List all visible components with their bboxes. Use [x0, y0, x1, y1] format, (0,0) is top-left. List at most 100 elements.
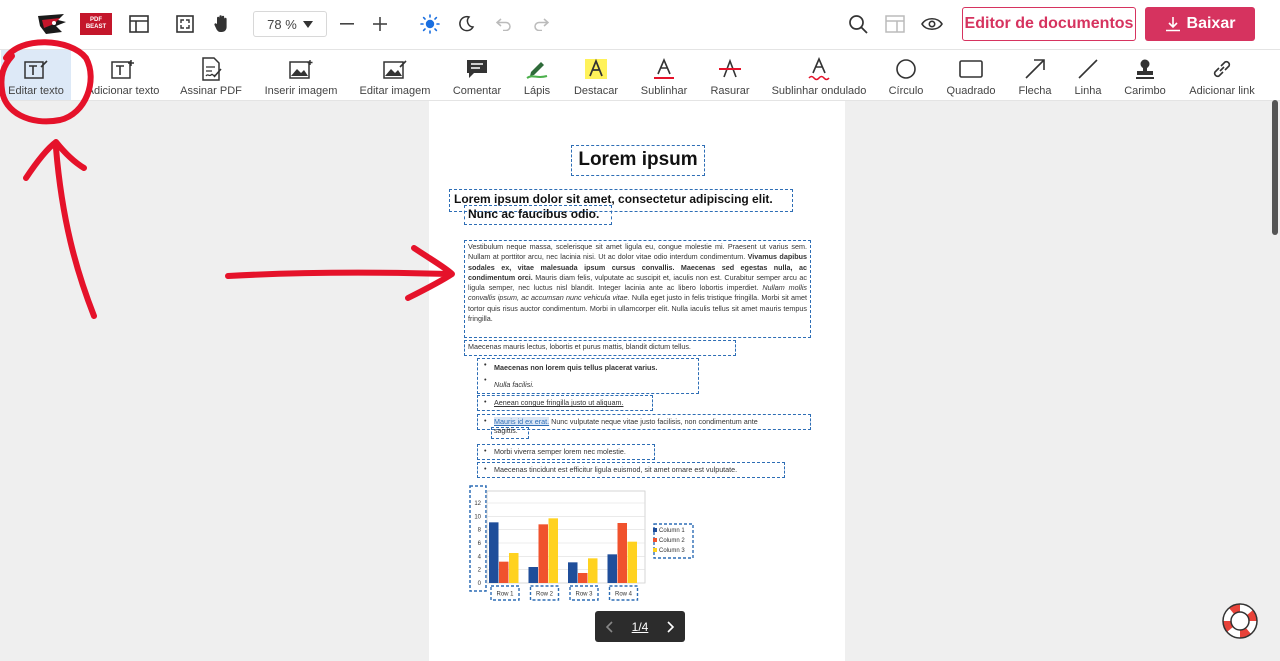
y-tick-label: 6: [478, 541, 482, 547]
beast-logo-icon: [38, 14, 66, 34]
tool-strikethrough[interactable]: Rasurar: [704, 50, 756, 100]
legend-entry: Column 3: [659, 548, 685, 554]
arrow-icon: [1024, 56, 1046, 82]
pencil-icon: [525, 56, 549, 82]
tool-highlight[interactable]: Destacar: [570, 50, 622, 100]
help-lifebuoy-icon[interactable]: [1220, 601, 1260, 641]
tool-comment[interactable]: Comentar: [448, 50, 506, 100]
download-button[interactable]: Baixar: [1145, 7, 1255, 41]
tool-label: Destacar: [573, 85, 619, 97]
tool-line[interactable]: Linha: [1068, 50, 1108, 100]
sign-icon: [200, 56, 222, 82]
bar: [607, 554, 617, 583]
document-editor-button[interactable]: Editor de documentos: [962, 7, 1136, 41]
legend-swatch: [653, 548, 657, 552]
tool-label: Assinar PDF: [180, 85, 242, 97]
edit-toolbar: Editar texto Adicionar texto Assinar PDF…: [0, 50, 1280, 101]
tool-label: Lápis: [523, 85, 551, 97]
tool-stamp[interactable]: Carimbo: [1120, 50, 1170, 100]
next-page-icon[interactable]: [667, 620, 675, 633]
bullet-block-1[interactable]: Maecenas non lorem quis tellus placerat …: [477, 358, 699, 394]
list-item: Nulla facilisi.: [478, 374, 698, 391]
underline-icon: [652, 56, 676, 82]
y-tick-label: 10: [474, 514, 481, 520]
list-item: Maecenas non lorem quis tellus placerat …: [478, 359, 698, 374]
circle-icon: [895, 56, 917, 82]
doc-subtitle-2: Nunc ac faucibus odio.: [468, 207, 600, 221]
x-tick-label: Row 1: [496, 592, 514, 598]
tool-edit-image[interactable]: Editar imagem: [357, 50, 433, 100]
bar: [578, 573, 588, 583]
search-icon[interactable]: [844, 10, 872, 38]
doc-subtitle-block-2[interactable]: Nunc ac faucibus odio.: [464, 205, 612, 225]
bullet-block-3[interactable]: Aenean congue fringilla justo ut aliquam…: [477, 395, 653, 411]
layout-icon[interactable]: [125, 10, 153, 38]
tool-label: Linha: [1074, 85, 1102, 97]
app-logo[interactable]: PDF BEAST: [32, 9, 114, 39]
y-tick-label: 0: [478, 581, 482, 587]
tool-label: Rasurar: [710, 85, 750, 97]
logo-badge: PDF BEAST: [80, 13, 112, 35]
bar-chart[interactable]: 0 2 4 6 8 10 12 Row 1 Row 2 Row 3 Row 4 Column 1 Col…: [429, 481, 845, 611]
vertical-scrollbar[interactable]: [1272, 100, 1278, 235]
tool-edit-text[interactable]: Editar texto: [1, 50, 71, 100]
tool-pencil[interactable]: Lápis: [517, 50, 557, 100]
insert-image-icon: [289, 56, 313, 82]
bar: [568, 562, 578, 583]
bullet-block-5[interactable]: Morbi viverra semper lorem nec molestie.: [477, 444, 655, 460]
legend-swatch: [653, 538, 657, 542]
list-item: Morbi viverra semper lorem nec molestie.: [478, 445, 654, 458]
download-icon: [1165, 17, 1180, 32]
list-item: Maecenas tincidunt est efficitur ligula …: [478, 463, 784, 476]
bullet-block-4b[interactable]: sagittis.: [491, 427, 529, 439]
y-tick-label: 8: [478, 528, 482, 534]
preview-eye-icon[interactable]: [918, 10, 946, 38]
redo-icon[interactable]: [527, 10, 555, 38]
fullscreen-icon[interactable]: [171, 10, 199, 38]
hand-tool-icon[interactable]: [208, 10, 236, 38]
list-item: Aenean congue fringilla justo ut aliquam…: [478, 396, 652, 409]
annotation-right-arrow: [225, 245, 455, 301]
zoom-select[interactable]: 78 %: [253, 11, 327, 37]
light-mode-icon[interactable]: [416, 10, 444, 38]
tool-arrow[interactable]: Flecha: [1013, 50, 1057, 100]
tool-add-link[interactable]: Adicionar link: [1184, 50, 1260, 100]
tool-label: Comentar: [452, 85, 502, 97]
legend-entry: Column 1: [659, 528, 685, 534]
doc-line-block[interactable]: Maecenas mauris lectus, lobortis et puru…: [464, 340, 736, 356]
download-label: Baixar: [1186, 15, 1236, 32]
zoom-out-icon[interactable]: [333, 10, 361, 38]
tool-label: Círculo: [888, 85, 924, 97]
y-tick-label: 12: [474, 501, 481, 507]
highlight-icon: [584, 56, 608, 82]
tool-label: Quadrado: [946, 85, 996, 97]
bullet-4-link[interactable]: Mauris id ex erat.: [494, 417, 550, 426]
bullet-block-6[interactable]: Maecenas tincidunt est efficitur ligula …: [477, 462, 785, 478]
bar: [548, 518, 558, 583]
doc-title-block[interactable]: Lorem ipsum: [571, 145, 705, 176]
tool-add-text[interactable]: Adicionar texto: [85, 50, 161, 100]
link-icon: [1210, 56, 1234, 82]
square-icon: [959, 56, 983, 82]
page-indicator[interactable]: 1/4: [632, 620, 649, 634]
tool-underline[interactable]: Sublinhar: [636, 50, 692, 100]
caret-down-icon: [302, 20, 313, 28]
tool-square[interactable]: Quadrado: [943, 50, 999, 100]
bar: [617, 523, 627, 583]
prev-page-icon[interactable]: [605, 620, 613, 633]
tool-insert-image[interactable]: Inserir imagem: [262, 50, 340, 100]
tool-wavy-underline[interactable]: Sublinhar ondulado: [770, 50, 868, 100]
y-tick-label: 4: [478, 554, 482, 560]
tool-circle[interactable]: Círculo: [884, 50, 928, 100]
dark-mode-icon[interactable]: [452, 10, 480, 38]
comment-icon: [466, 56, 488, 82]
doc-paragraph-block[interactable]: Vestibulum neque massa, scelerisque sit …: [464, 240, 811, 338]
zoom-in-icon[interactable]: [366, 10, 394, 38]
zoom-value: 78 %: [267, 16, 297, 32]
bar: [627, 541, 637, 583]
thumbnail-panel-icon[interactable]: [881, 10, 909, 38]
undo-icon[interactable]: [490, 10, 518, 38]
tool-label: Adicionar texto: [86, 85, 160, 97]
add-text-icon: [111, 56, 135, 82]
tool-sign-pdf[interactable]: Assinar PDF: [176, 50, 246, 100]
